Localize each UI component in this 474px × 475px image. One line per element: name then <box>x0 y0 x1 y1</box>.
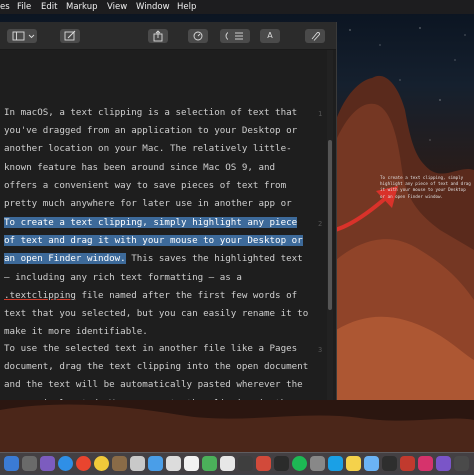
sidebar-icon <box>12 31 35 41</box>
document-text-area[interactable]: In macOS, a text clipping is a selection… <box>0 50 326 400</box>
menu-file[interactable]: File <box>17 0 31 14</box>
line-number-3: 3 <box>318 346 323 354</box>
downloads-icon[interactable] <box>454 456 469 471</box>
notes-icon[interactable] <box>346 456 361 471</box>
scrollbar-thumb[interactable] <box>328 140 332 310</box>
textclipping-term: .textclipping <box>4 289 76 301</box>
purple-app-icon[interactable] <box>436 456 451 471</box>
pencil-icon <box>64 30 76 41</box>
attach-button[interactable] <box>305 29 325 43</box>
paragraph-3: To use the selected text in another file… <box>4 340 312 400</box>
weather-icon[interactable] <box>364 456 379 471</box>
paragraph-1-text: In macOS, a text clipping is a selection… <box>4 107 298 227</box>
desktop-text-clipping[interactable]: To create a text clipping, simply highli… <box>380 175 472 200</box>
calendar-icon[interactable] <box>166 456 181 471</box>
firefox-icon[interactable] <box>76 456 91 471</box>
chrome-icon[interactable] <box>94 456 109 471</box>
list-icon <box>235 32 243 40</box>
paragraph-2: To create a text clipping, simply highli… <box>4 214 312 341</box>
menu-view[interactable]: View <box>107 0 127 14</box>
pink-app-icon[interactable] <box>418 456 433 471</box>
xcode-icon[interactable] <box>328 456 343 471</box>
messages-icon[interactable] <box>202 456 217 471</box>
menu-markup[interactable]: Markup <box>66 0 97 14</box>
vertical-scrollbar[interactable] <box>327 50 333 400</box>
share-button[interactable] <box>148 29 168 43</box>
archive-icon[interactable] <box>112 456 127 471</box>
line-number-2: 2 <box>318 220 323 228</box>
spotify-icon[interactable] <box>292 456 307 471</box>
finder-icon[interactable] <box>4 456 19 471</box>
menu-window[interactable]: Window <box>136 0 170 14</box>
paperclip-icon <box>311 32 320 41</box>
paragraph-3-text: To use the selected text in another file… <box>4 343 309 400</box>
rotate-button[interactable] <box>188 29 208 43</box>
paragraph-1: In macOS, a text clipping is a selection… <box>4 104 312 231</box>
app-menu[interactable]: es <box>0 0 10 14</box>
rotate-icon <box>193 31 203 41</box>
terminal-icon[interactable] <box>238 456 253 471</box>
menu-help[interactable]: Help <box>177 0 196 14</box>
document-window: A In macOS, a text clipping is a selecti… <box>0 22 337 400</box>
share-icon <box>153 30 163 42</box>
siri-icon[interactable] <box>40 456 55 471</box>
photos-icon[interactable] <box>220 456 235 471</box>
stocks-icon[interactable] <box>382 456 397 471</box>
safari-icon[interactable] <box>58 456 73 471</box>
app-store-icon[interactable] <box>148 456 163 471</box>
flag-icon[interactable] <box>400 456 415 471</box>
text-A-icon: A <box>267 31 273 40</box>
list-button[interactable] <box>228 29 250 43</box>
toolbar: A <box>0 22 336 50</box>
line-number-1: 1 <box>318 110 323 118</box>
edit-button[interactable] <box>60 29 80 43</box>
text-style-button[interactable]: A <box>260 29 280 43</box>
reminders-icon[interactable] <box>184 456 199 471</box>
preview-icon[interactable] <box>130 456 145 471</box>
launchpad-icon[interactable] <box>22 456 37 471</box>
sidebar-button[interactable] <box>7 29 37 43</box>
menu-bar: es File Edit Markup View Window Help <box>0 0 474 14</box>
system-prefs-icon[interactable] <box>310 456 325 471</box>
music-icon[interactable] <box>256 456 271 471</box>
menu-edit[interactable]: Edit <box>41 0 57 14</box>
activity-icon[interactable] <box>274 456 289 471</box>
dock <box>0 452 474 475</box>
